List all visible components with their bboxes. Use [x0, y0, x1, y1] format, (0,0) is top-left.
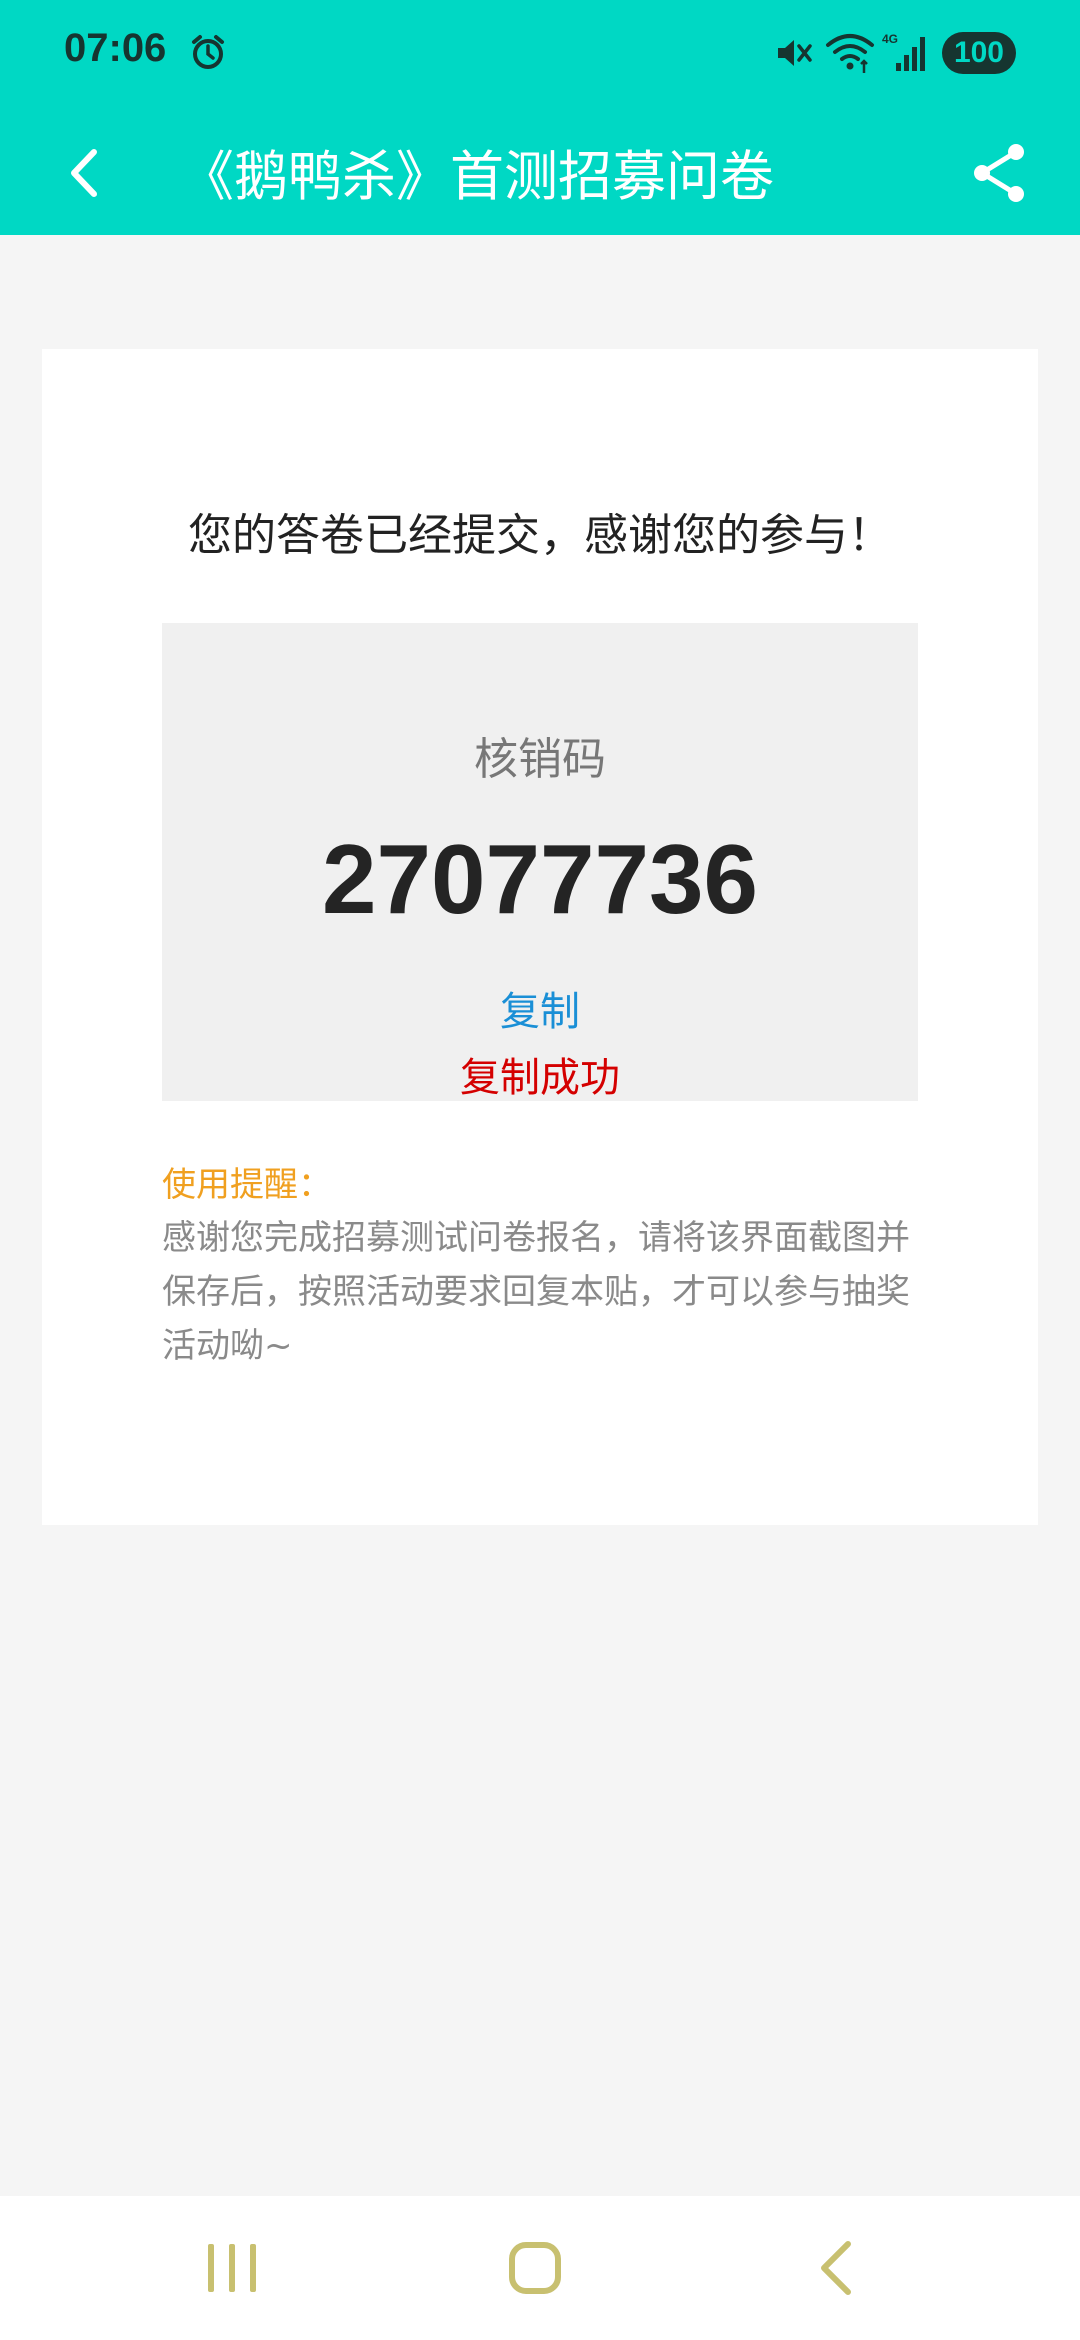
page-title: 《鹅鸭杀》首测招募问卷 — [180, 145, 774, 208]
result-card: 您的答卷已经提交，感谢您的参与！ 核销码 27077736 复制 复制成功 使用… — [42, 349, 1038, 1525]
redeem-code-label: 核销码 — [474, 734, 606, 785]
share-icon[interactable] — [962, 136, 1036, 210]
redeem-code-box: 核销码 27077736 复制 复制成功 — [162, 623, 918, 1101]
back-icon[interactable] — [812, 2238, 860, 2298]
signal-icon: 4G — [882, 32, 925, 71]
network-type: 4G — [882, 32, 898, 46]
status-bar: 07:06 4G 100 — [0, 0, 1080, 110]
alarm-icon — [192, 35, 224, 69]
wifi-icon — [825, 34, 874, 73]
redeem-code-value: 27077736 — [321, 824, 759, 934]
app-header: 《鹅鸭杀》首测招募问卷 — [0, 110, 1080, 235]
copy-success-message: 复制成功 — [460, 1055, 620, 1101]
system-navigation-bar — [0, 2196, 1080, 2340]
battery-indicator: 100 — [941, 32, 1016, 74]
mute-icon — [777, 40, 812, 66]
submission-success-message: 您的答卷已经提交，感谢您的参与！ — [188, 510, 892, 561]
recents-icon[interactable] — [200, 2240, 264, 2296]
home-icon[interactable] — [507, 2240, 563, 2296]
usage-reminder-text: 感谢您完成招募测试问卷报名，请将该界面截图并保存后，按照活动要求回复本贴，才可以… — [162, 1218, 910, 1366]
status-time: 07:06 — [64, 26, 167, 70]
usage-reminder-title: 使用提醒： — [162, 1165, 332, 1205]
back-arrow-icon[interactable] — [50, 138, 120, 208]
copy-button[interactable]: 复制 — [162, 979, 918, 1037]
status-icons: 4G 100 — [774, 28, 1016, 78]
